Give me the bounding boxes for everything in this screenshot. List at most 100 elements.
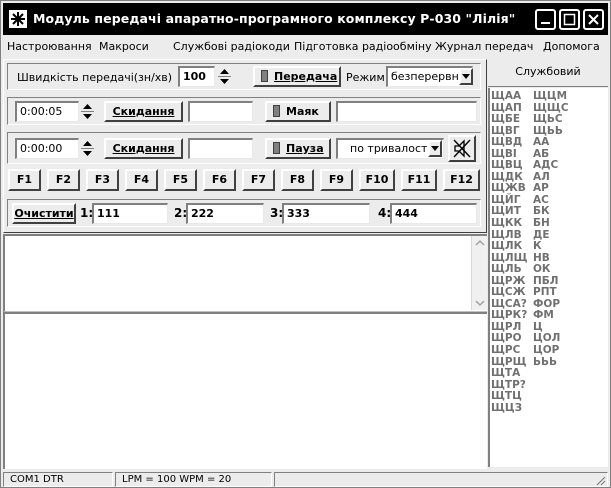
f2-button[interactable]: F2: [47, 169, 80, 191]
memory-slot-2-input[interactable]: 222: [186, 203, 264, 224]
f3-button[interactable]: F3: [86, 169, 119, 191]
minimize-button[interactable]: [535, 9, 556, 30]
pause-reset-label: Скидання: [112, 142, 175, 155]
beacon-left-field[interactable]: [188, 101, 253, 122]
status-speed: LPM = 100 WPM = 20: [115, 472, 272, 487]
chevron-down-icon: [462, 74, 470, 79]
close-button[interactable]: [583, 9, 604, 30]
clear-button[interactable]: Очистити: [12, 203, 76, 224]
menu-help[interactable]: Допомога: [543, 40, 600, 53]
speed-row: Швидкість передачі(зн/хв) 100 Передача Р…: [7, 63, 481, 90]
title-bar[interactable]: Модуль передачі апаратно-програмного ком…: [3, 3, 608, 35]
f7-button[interactable]: F7: [242, 169, 275, 191]
speed-spinner[interactable]: [218, 67, 231, 86]
service-codes-panel: Службовий радіокод ЩААЩЦМЩАПЩЩСЩБЕЩЬСЩВГ…: [488, 59, 608, 467]
menu-prepare-exchange[interactable]: Підготовка радіообміну: [294, 40, 432, 53]
menu-settings[interactable]: Настроювання: [7, 40, 92, 53]
menu-macros[interactable]: Макроси: [99, 40, 149, 53]
service-code-row[interactable]: ЩТА: [490, 368, 608, 380]
f5-button[interactable]: F5: [164, 169, 197, 191]
service-code-item[interactable]: ЩТА: [491, 368, 533, 380]
service-code-item[interactable]: БН: [533, 217, 575, 230]
pause-time-spinner[interactable]: [81, 139, 94, 158]
maximize-button[interactable]: [559, 9, 580, 30]
service-code-item[interactable]: ЬЬЬ: [533, 356, 575, 369]
app-icon: [9, 10, 27, 28]
service-code-item[interactable]: ЩАА: [491, 90, 533, 103]
beacon-reset-button[interactable]: Скидання: [104, 101, 183, 122]
service-code-item[interactable]: ЩЬС: [533, 114, 575, 126]
service-code-row[interactable]: ЩЦЗ: [490, 402, 608, 415]
menu-bar: Настроювання Макроси Службові радіокоди …: [3, 37, 608, 57]
received-text-area[interactable]: [3, 234, 487, 312]
pause-row: 0:00:00 Скидання Пауза по тривалості: [7, 132, 481, 164]
speed-input[interactable]: 100: [178, 66, 215, 87]
service-code-row[interactable]: ЩРС ЦОР: [490, 344, 608, 357]
transmit-button[interactable]: Передача: [253, 66, 341, 87]
pause-mode-dropdown-button[interactable]: [428, 140, 442, 157]
beacon-button[interactable]: Маяк: [265, 101, 331, 122]
maximize-icon: [563, 13, 576, 26]
mute-button[interactable]: [448, 135, 476, 162]
scroll-up-icon[interactable]: [475, 239, 485, 247]
f11-button[interactable]: F11: [401, 169, 437, 191]
pause-left-field[interactable]: [188, 138, 253, 159]
close-icon: [588, 14, 599, 25]
beacon-led-icon: [273, 105, 280, 117]
service-codes-list[interactable]: ЩАА ЩЦМ ЩАП ЩЩС ЩБЕ ЩЬС ЩВГ ЩЬЬ ЩВД АА ЩВІ АБ ЩВЦ АДС…: [488, 88, 608, 467]
service-code-item[interactable]: ЩЦМ: [533, 90, 575, 103]
mode-dropdown-button[interactable]: [459, 68, 473, 85]
pause-mode-value: по тривалості: [350, 142, 431, 155]
window-title: Модуль передачі апаратно-програмного ком…: [33, 11, 516, 26]
menu-transmit-log[interactable]: Журнал передач: [435, 40, 533, 53]
status-empty: [274, 472, 608, 487]
beacon-text-field[interactable]: [336, 101, 477, 122]
service-code-row[interactable]: ЩВД АА: [490, 137, 608, 149]
f1-button[interactable]: F1: [8, 169, 41, 191]
beacon-row: 0:00:05 Скидання Маяк: [7, 97, 481, 125]
transmit-text-area[interactable]: [3, 312, 487, 469]
service-code-row[interactable]: ЩКК БН: [490, 217, 608, 230]
service-code-item[interactable]: ЩВД: [491, 137, 533, 149]
memory-row: Очистити 1: 111 2: 222 3: 333 4: 444: [7, 199, 481, 227]
vertical-scrollbar[interactable]: [471, 236, 487, 310]
f4-button[interactable]: F4: [125, 169, 158, 191]
clear-button-label: Очистити: [14, 207, 74, 220]
f9-button[interactable]: F9: [320, 169, 353, 191]
beacon-time-input[interactable]: 0:00:05: [15, 101, 79, 122]
service-code-item[interactable]: ЩРС: [491, 344, 533, 357]
speaker-muted-icon: [453, 139, 471, 158]
service-code-item[interactable]: ЦОР: [533, 344, 575, 357]
pause-time-input[interactable]: 0:00:00: [15, 138, 79, 159]
memory-slot-1-input[interactable]: 111: [92, 203, 168, 224]
mode-select-value: безперервно: [391, 70, 466, 83]
service-code-row[interactable]: ЩБЕ ЩЬС: [490, 114, 608, 126]
service-code-item[interactable]: ЩБЕ: [491, 114, 533, 126]
service-code-item[interactable]: АА: [533, 137, 575, 149]
memory-slot-4-input[interactable]: 444: [390, 203, 477, 224]
service-code-item[interactable]: ЩЦЗ: [491, 402, 533, 415]
beacon-time-spinner[interactable]: [81, 102, 94, 121]
service-codes-header: Службовий радіокод: [488, 59, 608, 104]
service-code-row[interactable]: ЩЛК К: [490, 241, 608, 253]
resize-grip-icon[interactable]: [594, 474, 606, 486]
chevron-down-icon: [431, 146, 439, 151]
f6-button[interactable]: F6: [203, 169, 236, 191]
f12-button[interactable]: F12: [443, 169, 480, 191]
transmit-button-label: Передача: [274, 70, 338, 83]
scroll-down-icon[interactable]: [475, 299, 485, 307]
f10-button[interactable]: F10: [359, 169, 395, 191]
pause-button[interactable]: Пауза: [265, 138, 331, 159]
menu-service-codes[interactable]: Службові радіокоди: [173, 40, 290, 53]
beacon-reset-label: Скидання: [112, 105, 175, 118]
service-code-row[interactable]: ЩАА ЩЦМ: [490, 90, 608, 103]
status-port: COM1 DTR: [3, 472, 113, 487]
pause-led-icon: [273, 142, 280, 154]
service-code-item[interactable]: ЩКК: [491, 217, 533, 230]
pause-reset-button[interactable]: Скидання: [104, 138, 183, 159]
service-code-item[interactable]: К: [533, 241, 575, 253]
service-code-item[interactable]: ЩЛК: [491, 241, 533, 253]
memory-slot-3-input[interactable]: 333: [282, 203, 370, 224]
f8-button[interactable]: F8: [281, 169, 314, 191]
beacon-button-label: Маяк: [286, 105, 319, 118]
